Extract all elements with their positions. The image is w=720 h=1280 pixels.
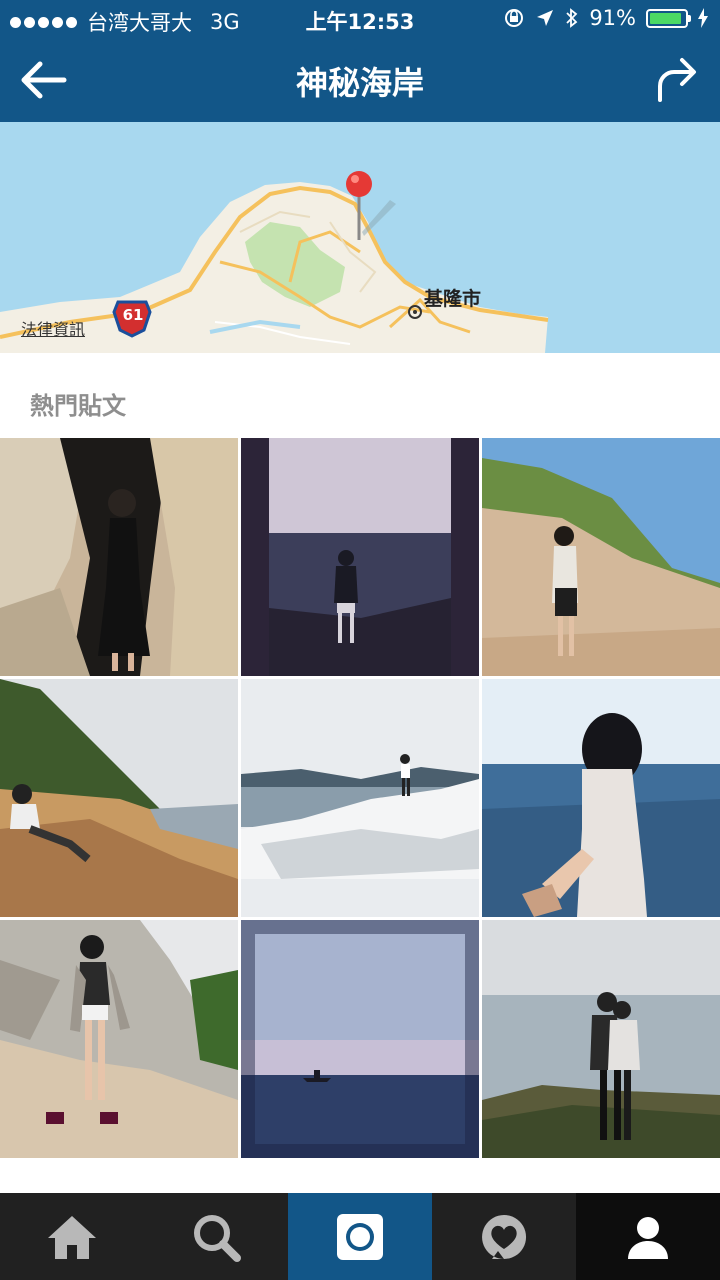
- battery-percent: 91%: [589, 6, 636, 30]
- activity-heart-icon: [482, 1214, 527, 1259]
- camera-icon: [337, 1213, 383, 1260]
- page-title: 神秘海岸: [295, 64, 424, 102]
- legal-link[interactable]: 法律資訊: [21, 316, 85, 340]
- top-bar: 台湾大哥大 3G 上午12:53 91% 神秘海岸: [0, 0, 720, 122]
- navigation-bar: 神秘海岸: [0, 40, 720, 122]
- home-icon: [48, 1215, 96, 1259]
- share-arrow-icon[interactable]: [654, 56, 698, 104]
- top-posts-heading: 熱門貼文: [30, 392, 126, 420]
- post-thumbnail[interactable]: [241, 920, 479, 1158]
- post-thumbnail[interactable]: [0, 679, 238, 917]
- post-thumbnail[interactable]: [241, 438, 479, 676]
- map-city-label: 基隆市: [424, 288, 482, 310]
- bluetooth-icon: [566, 8, 578, 28]
- rotation-lock-icon: [505, 9, 524, 27]
- post-thumbnail[interactable]: [482, 679, 720, 917]
- battery-level-fill: [650, 12, 681, 24]
- profile-icon: [628, 1216, 668, 1259]
- post-thumbnail[interactable]: [482, 438, 720, 676]
- post-thumbnail[interactable]: [482, 920, 720, 1158]
- post-thumbnail[interactable]: [0, 438, 238, 676]
- tab-camera[interactable]: [288, 1193, 432, 1280]
- location-arrow-icon: [537, 10, 554, 26]
- tab-search[interactable]: [144, 1193, 288, 1280]
- tab-home[interactable]: [0, 1193, 144, 1280]
- charging-bolt-icon: [698, 8, 708, 28]
- route-number: 61: [122, 306, 144, 324]
- tab-profile[interactable]: [576, 1193, 720, 1280]
- location-map[interactable]: 61 法律資訊 基隆市: [0, 122, 720, 353]
- battery-icon: [646, 8, 691, 28]
- bottom-tab-bar: [0, 1193, 720, 1280]
- post-thumbnail[interactable]: [241, 679, 479, 917]
- tab-activity[interactable]: [432, 1193, 576, 1280]
- post-thumbnail[interactable]: [0, 920, 238, 1158]
- search-icon: [194, 1214, 241, 1262]
- status-bar: 台湾大哥大 3G 上午12:53 91%: [0, 0, 720, 40]
- location-pin-icon: [346, 171, 372, 197]
